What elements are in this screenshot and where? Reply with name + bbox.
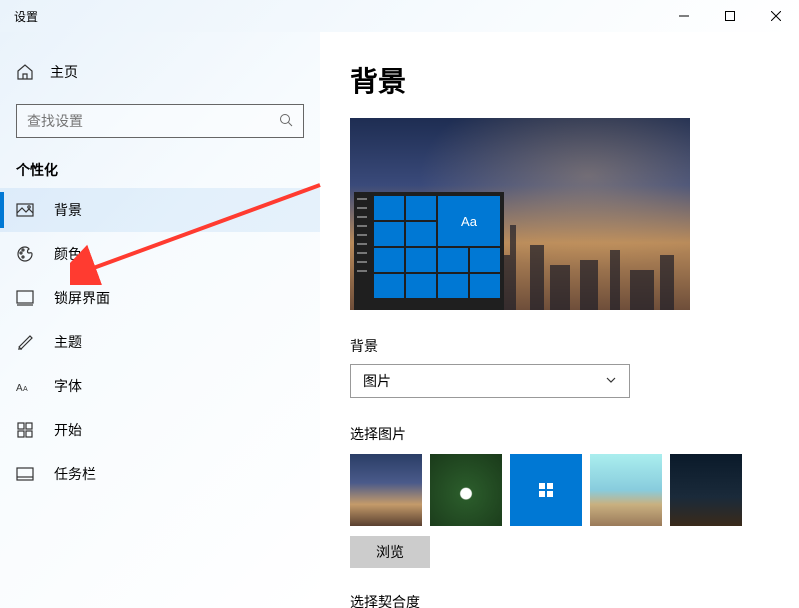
- sidebar-item-background[interactable]: 背景: [0, 188, 320, 232]
- fit-label: 选择契合度: [350, 592, 769, 608]
- sidebar-item-colors[interactable]: 颜色: [0, 232, 320, 276]
- preview-start-menu: Aa: [354, 192, 504, 302]
- picture-thumbnails: [350, 454, 769, 526]
- background-type-dropdown[interactable]: 图片: [350, 364, 630, 398]
- sidebar-item-label: 任务栏: [54, 464, 96, 484]
- sidebar-item-label: 字体: [54, 376, 82, 396]
- window-title: 设置: [14, 8, 38, 25]
- start-icon: [16, 421, 34, 439]
- home-icon: [16, 63, 34, 81]
- content-area: 背景 Aa: [320, 32, 799, 608]
- sidebar-item-label: 开始: [54, 420, 82, 440]
- search-box[interactable]: [16, 104, 304, 138]
- svg-text:A: A: [23, 386, 28, 393]
- sidebar-item-label: 主题: [54, 332, 82, 352]
- background-label: 背景: [350, 336, 769, 356]
- sidebar: 主页 个性化 背景 颜色 锁屏界面: [0, 32, 320, 608]
- desktop-preview: Aa: [350, 118, 690, 310]
- taskbar-icon: [16, 465, 34, 483]
- home-label: 主页: [50, 62, 78, 82]
- sidebar-item-fonts[interactable]: AA 字体: [0, 364, 320, 408]
- chevron-down-icon: [605, 373, 617, 389]
- sidebar-item-label: 背景: [54, 200, 82, 220]
- window-controls: [661, 0, 799, 32]
- brush-icon: [16, 333, 34, 351]
- sidebar-item-lockscreen[interactable]: 锁屏界面: [0, 276, 320, 320]
- choose-picture-label: 选择图片: [350, 424, 769, 444]
- preview-sample-text: Aa: [438, 196, 500, 246]
- svg-text:A: A: [16, 383, 23, 394]
- search-icon: [279, 113, 293, 130]
- palette-icon: [16, 245, 34, 263]
- dropdown-selected: 图片: [363, 371, 391, 391]
- maximize-button[interactable]: [707, 0, 753, 32]
- lockscreen-icon: [16, 289, 34, 307]
- preview-taskbar: [354, 302, 504, 310]
- browse-button[interactable]: 浏览: [350, 536, 430, 568]
- sidebar-item-label: 颜色: [54, 244, 82, 264]
- picture-thumb-1[interactable]: [350, 454, 422, 526]
- picture-thumb-5[interactable]: [670, 454, 742, 526]
- minimize-button[interactable]: [661, 0, 707, 32]
- picture-icon: [16, 201, 34, 219]
- picture-thumb-4[interactable]: [590, 454, 662, 526]
- search-input[interactable]: [27, 113, 279, 129]
- font-icon: AA: [16, 377, 34, 395]
- section-title: 个性化: [16, 160, 320, 180]
- home-link[interactable]: 主页: [0, 52, 320, 92]
- picture-thumb-3[interactable]: [510, 454, 582, 526]
- sidebar-item-taskbar[interactable]: 任务栏: [0, 452, 320, 496]
- close-button[interactable]: [753, 0, 799, 32]
- sidebar-item-start[interactable]: 开始: [0, 408, 320, 452]
- page-title: 背景: [350, 60, 769, 100]
- picture-thumb-2[interactable]: [430, 454, 502, 526]
- sidebar-item-label: 锁屏界面: [54, 288, 110, 308]
- sidebar-item-themes[interactable]: 主题: [0, 320, 320, 364]
- titlebar: 设置: [0, 0, 799, 32]
